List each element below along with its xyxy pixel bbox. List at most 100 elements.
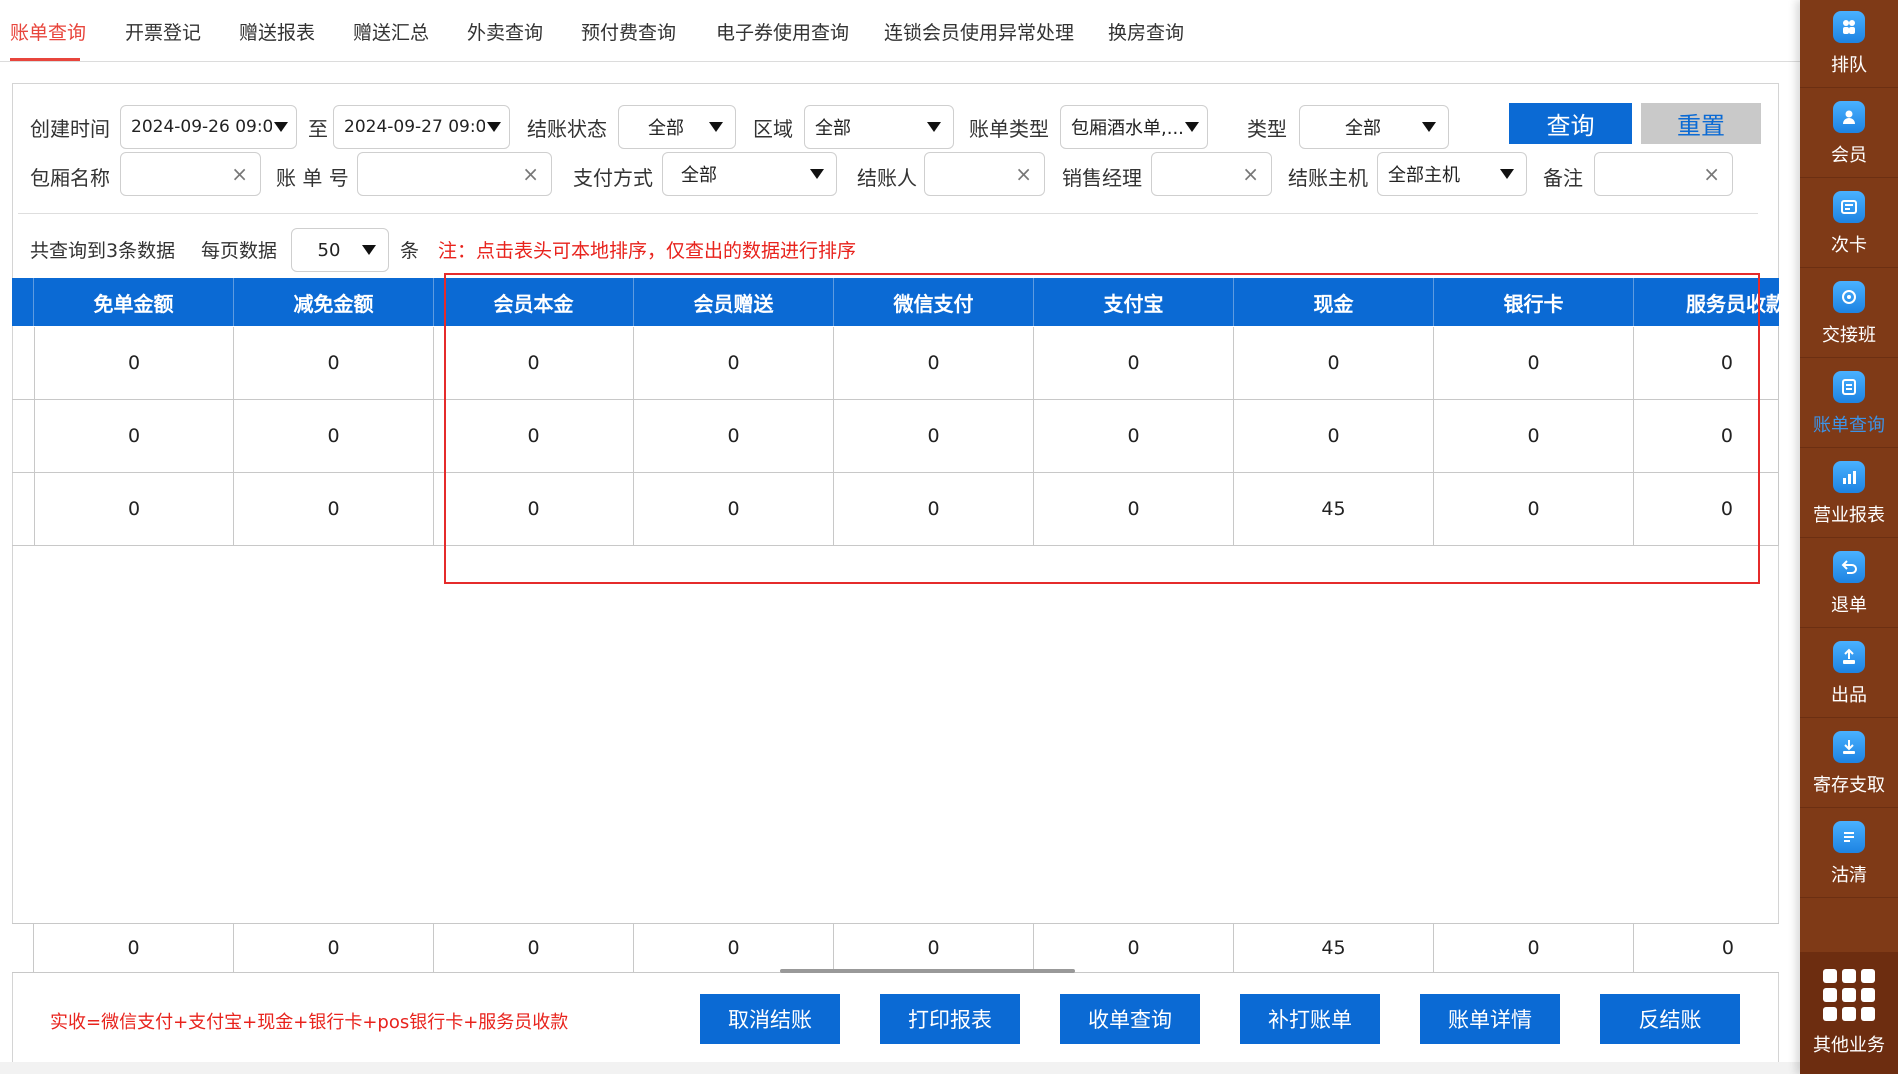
sidebar-item-shift-handover[interactable]: 交接班 <box>1800 270 1898 358</box>
clear-icon[interactable]: × <box>231 162 248 186</box>
col-header-discount-amount[interactable]: 减免金额 <box>234 278 434 326</box>
receipt-query-button[interactable]: 收单查询 <box>1060 994 1200 1044</box>
cell: 0 <box>1034 327 1234 399</box>
col-header-free-amount[interactable]: 免单金额 <box>34 278 234 326</box>
col-header-member-gift[interactable]: 会员赠送 <box>634 278 834 326</box>
chevron-down-icon <box>1422 122 1436 132</box>
total-cell: 0 <box>234 924 434 972</box>
totals-row: 0 0 0 0 0 0 45 0 0 <box>12 923 1779 973</box>
col-header-cash[interactable]: 现金 <box>1234 278 1434 326</box>
col-header-alipay[interactable]: 支付宝 <box>1034 278 1234 326</box>
times-card-icon <box>1833 190 1865 223</box>
cell: 0 <box>1434 327 1634 399</box>
chevron-down-icon <box>274 122 288 132</box>
clear-icon[interactable]: × <box>1703 162 1720 186</box>
table-row[interactable]: 0 0 0 0 0 0 45 0 0 <box>12 473 1779 546</box>
type-select[interactable]: 全部 <box>1299 105 1449 149</box>
horizontal-scrollbar[interactable] <box>780 969 1075 973</box>
sidebar-item-business-report[interactable]: 营业报表 <box>1800 450 1898 538</box>
tab-prepaid-query[interactable]: 预付费查询 <box>581 18 676 45</box>
per-page-select[interactable]: 50 <box>291 228 389 272</box>
sidebar-other-business[interactable]: 其他业务 <box>1800 952 1898 1074</box>
table-row[interactable]: 0 0 0 0 0 0 0 0 0 <box>12 327 1779 400</box>
create-time-label: 创建时间 <box>30 117 110 141</box>
sidebar-item-label: 次卡 <box>1831 234 1867 256</box>
cell: 0 <box>1634 327 1779 399</box>
cell: 0 <box>434 400 634 472</box>
checkout-host-value: 全部主机 <box>1388 165 1460 186</box>
sidebar-item-dispatch[interactable]: 出品 <box>1800 630 1898 718</box>
sidebar-item-queue[interactable]: 排队 <box>1800 0 1898 88</box>
shift-handover-icon <box>1833 280 1865 313</box>
sales-manager-input[interactable]: × <box>1151 152 1272 196</box>
total-cell: 0 <box>834 924 1034 972</box>
refund-icon <box>1833 550 1865 583</box>
checkout-status-select[interactable]: 全部 <box>618 105 736 149</box>
tab-invoice-register[interactable]: 开票登记 <box>125 18 201 45</box>
sidebar-item-sold-out[interactable]: 沽清 <box>1800 810 1898 898</box>
col-header-wechat-pay[interactable]: 微信支付 <box>834 278 1034 326</box>
area-select[interactable]: 全部 <box>804 105 954 149</box>
end-time-select[interactable]: 2024-09-27 09:00 <box>333 105 510 149</box>
col-header-bank-card[interactable]: 银行卡 <box>1434 278 1634 326</box>
result-count-text: 共查询到3条数据 <box>30 240 176 262</box>
cell: 0 <box>1634 400 1779 472</box>
filter-divider <box>18 213 1758 214</box>
remark-input[interactable]: × <box>1594 152 1733 196</box>
col-header-waiter-collection[interactable]: 服务员收款 <box>1634 278 1779 326</box>
checkout-host-select[interactable]: 全部主机 <box>1377 152 1527 196</box>
per-page-label: 每页数据 <box>201 240 278 262</box>
sidebar-item-label: 交接班 <box>1822 324 1876 346</box>
sidebar-item-bill-query[interactable]: 账单查询 <box>1800 360 1898 448</box>
cashier-input[interactable]: × <box>924 152 1045 196</box>
clear-icon[interactable]: × <box>1242 162 1259 186</box>
cell: 45 <box>1234 473 1434 545</box>
sidebar-item-label: 账单查询 <box>1813 414 1885 436</box>
clear-icon[interactable]: × <box>1015 162 1032 186</box>
area-value: 全部 <box>815 118 851 139</box>
tab-bill-query[interactable]: 账单查询 <box>10 18 86 45</box>
totals-spacer <box>12 924 34 972</box>
area-label: 区域 <box>753 117 793 141</box>
tab-room-change-query[interactable]: 换房查询 <box>1108 18 1184 45</box>
bill-type-select[interactable]: 包厢酒水单,... <box>1060 105 1208 149</box>
query-button[interactable]: 查询 <box>1509 103 1632 144</box>
grid-menu-icon <box>1823 969 1875 1021</box>
member-icon <box>1833 100 1865 133</box>
tab-gift-summary[interactable]: 赠送汇总 <box>353 18 429 45</box>
start-time-select[interactable]: 2024-09-26 09:00 <box>120 105 297 149</box>
tab-e-coupon-query[interactable]: 电子券使用查询 <box>716 18 849 45</box>
top-tab-bar: 账单查询 开票登记 赠送报表 赠送汇总 外卖查询 预付费查询 电子券使用查询 连… <box>0 0 1800 62</box>
sidebar-item-member[interactable]: 会员 <box>1800 90 1898 178</box>
checkout-host-label: 结账主机 <box>1288 166 1368 190</box>
bill-detail-button[interactable]: 账单详情 <box>1420 994 1560 1044</box>
tab-chain-member-exception[interactable]: 连锁会员使用异常处理 <box>884 18 1074 45</box>
sort-note: 注：点击表头可本地排序，仅查出的数据进行排序 <box>438 240 857 262</box>
sidebar-item-deposit-withdraw[interactable]: 寄存支取 <box>1800 720 1898 808</box>
type-value: 全部 <box>1345 118 1381 139</box>
sidebar-item-label: 排队 <box>1831 54 1867 76</box>
reset-button[interactable]: 重置 <box>1641 103 1761 144</box>
checkout-status-label: 结账状态 <box>527 117 607 141</box>
clear-icon[interactable]: × <box>522 162 539 186</box>
deposit-withdraw-icon <box>1833 730 1865 763</box>
room-name-input[interactable]: × <box>120 152 261 196</box>
cancel-checkout-button[interactable]: 取消结账 <box>700 994 840 1044</box>
per-page-unit: 条 <box>400 240 420 262</box>
cell: 0 <box>1434 473 1634 545</box>
reprint-bill-button[interactable]: 补打账单 <box>1240 994 1380 1044</box>
table-row[interactable]: 0 0 0 0 0 0 0 0 0 <box>12 400 1779 473</box>
tab-gift-report[interactable]: 赠送报表 <box>239 18 315 45</box>
start-time-value: 2024-09-26 09:00 <box>131 117 272 137</box>
cell: 0 <box>634 400 834 472</box>
col-header-member-principal[interactable]: 会员本金 <box>434 278 634 326</box>
reverse-checkout-button[interactable]: 反结账 <box>1600 994 1740 1044</box>
print-report-button[interactable]: 打印报表 <box>880 994 1020 1044</box>
bill-no-input[interactable]: × <box>357 152 552 196</box>
pay-method-select[interactable]: 全部 <box>662 152 837 196</box>
dispatch-icon <box>1833 640 1865 673</box>
sidebar-item-refund[interactable]: 退单 <box>1800 540 1898 628</box>
sidebar-item-times-card[interactable]: 次卡 <box>1800 180 1898 268</box>
tab-takeout-query[interactable]: 外卖查询 <box>467 18 543 45</box>
queue-icon <box>1833 10 1865 43</box>
